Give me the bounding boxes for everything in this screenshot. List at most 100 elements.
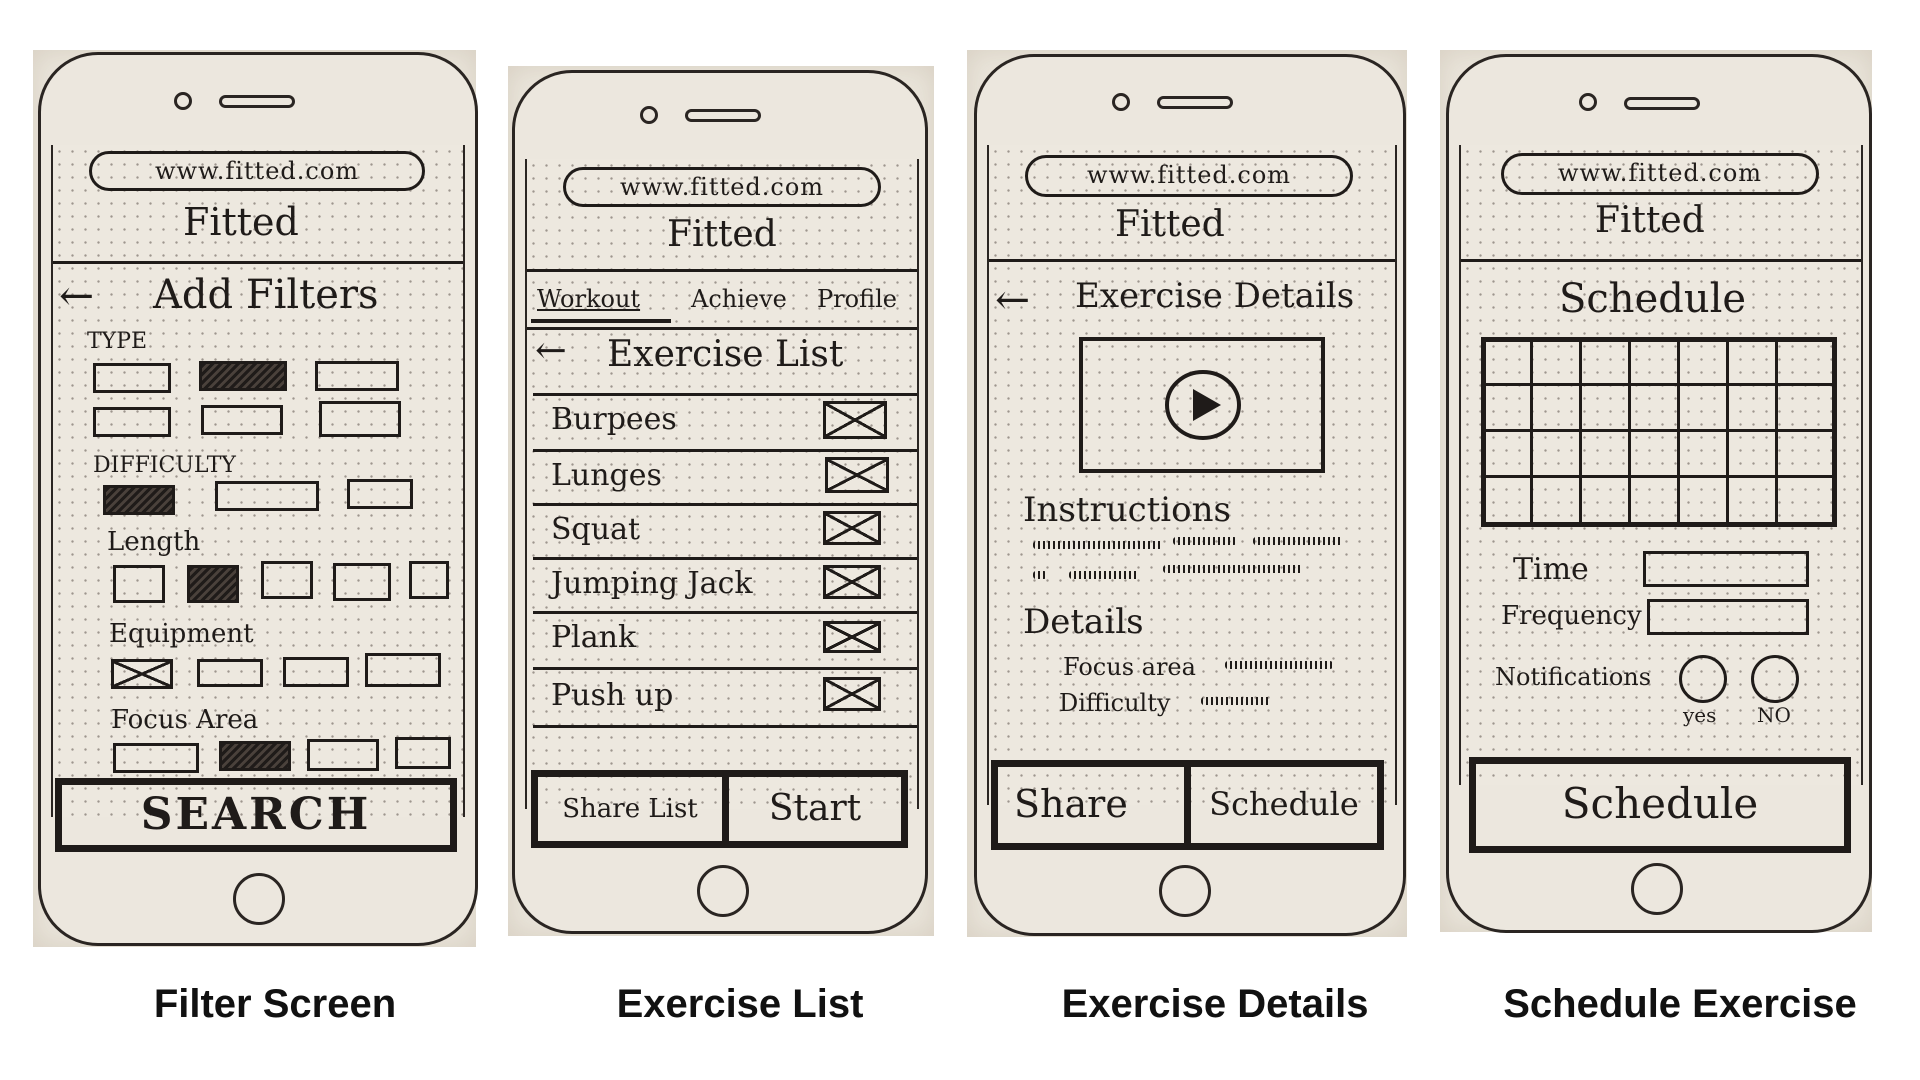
url-bar[interactable]: www.fitted.com: [89, 151, 425, 191]
filter-option[interactable]: [113, 565, 165, 603]
list-divider: [533, 725, 917, 728]
filter-option[interactable]: [409, 561, 449, 599]
instructions-text-scribble: [1173, 537, 1237, 545]
camera-icon: [1112, 93, 1130, 111]
exercise-item[interactable]: Burpees: [551, 405, 677, 435]
section-label-length: Length: [107, 527, 201, 557]
exercise-item[interactable]: Plank: [551, 623, 636, 653]
caption-filter-screen: Filter Screen: [153, 982, 397, 1026]
speaker-icon: [219, 95, 295, 108]
filter-option[interactable]: [93, 363, 171, 393]
phone-frame-list: www.fitted.com Fitted Workout Achieve Pr…: [512, 70, 928, 934]
home-button-icon[interactable]: [697, 865, 749, 917]
exercise-item[interactable]: Jumping Jack: [551, 569, 753, 599]
filter-option[interactable]: [319, 401, 401, 437]
list-divider: [533, 667, 917, 670]
schedule-button[interactable]: Schedule: [1184, 760, 1384, 850]
screen-details: www.fitted.com Fitted ← Exercise Details…: [987, 145, 1397, 805]
filter-option-selected[interactable]: [219, 741, 291, 771]
focus-area-value-scribble: [1225, 661, 1333, 669]
instructions-text-scribble: [1069, 571, 1139, 579]
instructions-text-scribble: [1163, 565, 1303, 573]
time-label: Time: [1513, 552, 1589, 587]
camera-icon: [640, 106, 658, 124]
section-label-focus-area: Focus Area: [111, 705, 259, 735]
filter-option[interactable]: [113, 743, 199, 773]
home-button-icon[interactable]: [233, 873, 285, 925]
checkbox-x-icon[interactable]: [825, 457, 889, 493]
notifications-radio-no[interactable]: [1751, 655, 1799, 703]
checkbox-x-icon[interactable]: [823, 565, 881, 599]
share-button[interactable]: Share: [991, 760, 1191, 850]
filter-option-selected[interactable]: [187, 565, 239, 603]
checkbox-x-icon[interactable]: [823, 621, 881, 653]
filter-option[interactable]: [93, 407, 171, 437]
back-arrow-icon[interactable]: ←: [535, 331, 567, 369]
calendar-gridline: [1579, 337, 1582, 527]
caption-exercise-details: Exercise Details: [1061, 982, 1369, 1026]
calendar-gridline: [1628, 337, 1631, 527]
frequency-label: Frequency: [1501, 601, 1642, 631]
screen-list: www.fitted.com Fitted Workout Achieve Pr…: [525, 159, 919, 809]
filter-option[interactable]: [365, 653, 441, 687]
filter-option[interactable]: [261, 561, 313, 599]
checkbox-x-icon[interactable]: [823, 401, 887, 439]
speaker-icon: [1624, 97, 1700, 110]
caption-exercise-list: Exercise List: [616, 982, 864, 1026]
filter-option[interactable]: [395, 737, 451, 769]
filter-option[interactable]: [215, 481, 319, 511]
filter-option[interactable]: [201, 405, 283, 435]
calendar-grid[interactable]: [1481, 337, 1837, 527]
checkbox-x-icon[interactable]: [111, 659, 173, 689]
home-button-icon[interactable]: [1631, 863, 1683, 915]
filter-option-selected[interactable]: [199, 361, 287, 391]
checkbox-x-icon[interactable]: [823, 677, 881, 711]
header-divider: [1461, 259, 1861, 262]
filter-option[interactable]: [333, 563, 391, 601]
page-title: Add Filters: [153, 272, 379, 318]
tab-workout[interactable]: Workout: [537, 287, 640, 311]
tab-profile[interactable]: Profile: [817, 287, 897, 311]
exercise-item[interactable]: Squat: [551, 515, 640, 545]
time-field[interactable]: [1643, 551, 1809, 587]
header-divider: [527, 269, 917, 272]
checkbox-x-icon[interactable]: [823, 511, 881, 545]
search-button[interactable]: SEARCH: [55, 778, 457, 852]
focus-area-label: Focus area: [1063, 653, 1196, 681]
difficulty-value-scribble: [1201, 697, 1271, 705]
url-bar[interactable]: www.fitted.com: [1025, 155, 1353, 197]
tab-active-underline: [531, 319, 671, 323]
phone-frame-filter: www.fitted.com Fitted ← Add Filters TYPE…: [38, 52, 478, 946]
play-icon[interactable]: [1163, 367, 1243, 443]
radio-label-no: NO: [1757, 703, 1791, 727]
list-divider: [533, 393, 917, 396]
frequency-field[interactable]: [1647, 599, 1809, 635]
home-button-icon[interactable]: [1159, 865, 1211, 917]
list-divider: [533, 503, 917, 506]
header-divider: [53, 261, 463, 264]
phone-frame-schedule: www.fitted.com Fitted Schedule Time Freq…: [1446, 54, 1872, 933]
exercise-item[interactable]: Lunges: [551, 461, 662, 491]
app-name: Fitted: [667, 214, 777, 255]
filter-option[interactable]: [307, 739, 379, 771]
tab-achieve[interactable]: Achieve: [691, 287, 787, 311]
filter-option[interactable]: [197, 659, 263, 687]
back-arrow-icon[interactable]: ←: [995, 279, 1030, 321]
camera-icon: [174, 92, 192, 110]
url-bar[interactable]: www.fitted.com: [1501, 153, 1819, 195]
filter-option[interactable]: [283, 657, 349, 687]
filter-option[interactable]: [347, 479, 413, 509]
header-divider: [989, 259, 1395, 262]
back-arrow-icon[interactable]: ←: [59, 275, 94, 317]
list-divider: [533, 611, 917, 614]
start-button[interactable]: Start: [722, 770, 908, 848]
share-list-button[interactable]: Share List: [531, 770, 729, 848]
schedule-button[interactable]: Schedule: [1469, 757, 1851, 853]
exercise-item[interactable]: Push up: [551, 681, 673, 711]
filter-option[interactable]: [315, 361, 399, 391]
notifications-radio-yes[interactable]: [1679, 655, 1727, 703]
url-bar[interactable]: www.fitted.com: [563, 167, 881, 207]
caption-schedule-exercise: Schedule Exercise: [1503, 982, 1857, 1026]
filter-option-selected[interactable]: [103, 485, 175, 515]
app-name: Fitted: [1595, 200, 1705, 241]
